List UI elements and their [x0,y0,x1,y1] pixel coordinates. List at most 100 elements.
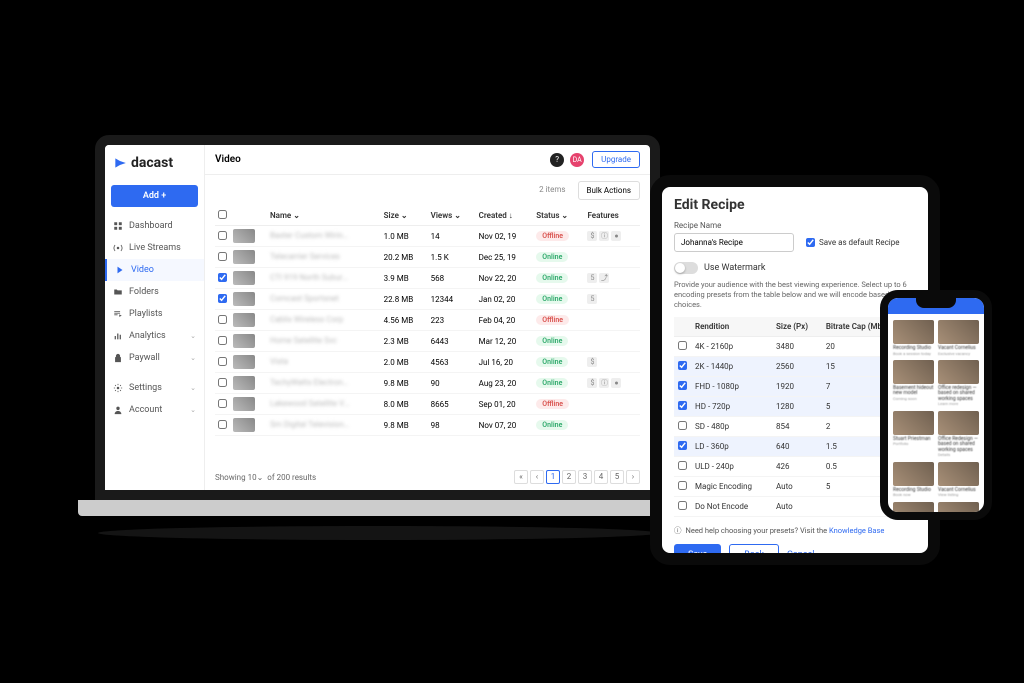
save-default-checkbox[interactable]: Save as default Recipe [806,238,899,247]
page-number[interactable]: 4 [594,470,608,484]
phone-card[interactable]: Stuart PriestmanPortfolio [893,411,934,458]
table-row[interactable]: Cablix Wireless Corp4.56 MB223Feb 04, 20… [215,310,640,331]
rendition-size: 1280 [772,397,822,417]
page-number[interactable]: 3 [578,470,592,484]
phone-card[interactable]: Recording StudioBook now [893,462,934,498]
select-all-checkbox[interactable] [218,210,227,219]
video-features: $ⓘ● [584,226,640,247]
sidebar-item-folders[interactable]: Folders [105,281,204,303]
cancel-button[interactable]: Cancel [787,544,814,565]
video-created: Aug 23, 20 [476,373,534,394]
sort-icon: ⌄ [293,211,300,220]
table-row[interactable]: Sm Digital Television Wks9.8 MB98Nov 07,… [215,415,640,436]
watermark-toggle[interactable] [674,262,698,274]
row-checkbox[interactable] [218,294,227,303]
table-row[interactable]: Comcast Sportsnet22.8 MB12344Jan 02, 20O… [215,289,640,310]
phone-card[interactable]: Office Redesign — based on shared workin… [893,502,934,520]
video-table: Name ⌄ Size ⌄ Views ⌄ Created ↓ Status ⌄… [215,206,640,436]
video-thumbnail [233,250,255,264]
phone-card[interactable]: Recording StudioBook a session today [893,320,934,356]
recipe-name-input[interactable] [674,233,794,252]
page-number[interactable]: 1 [546,470,560,484]
page-number[interactable]: 2 [562,470,576,484]
video-views: 90 [428,373,476,394]
phone-card[interactable]: Vacant CorneliusExclusive vacancy [938,320,979,356]
sidebar-item-video[interactable]: Video [105,259,204,281]
per-page-select[interactable]: 10 [248,473,257,482]
card-title: Office redesign — based on shared workin… [938,386,979,403]
sidebar-item-live-streams[interactable]: Live Streams [105,237,204,259]
row-checkbox[interactable] [218,357,227,366]
sidebar-item-playlists[interactable]: Playlists [105,303,204,325]
sidebar-item-dashboard[interactable]: Dashboard [105,215,204,237]
add-button[interactable]: Add + [111,185,198,207]
sidebar-item-paywall[interactable]: Paywall⌄ [105,347,204,369]
table-row[interactable]: Vista2.0 MB4563Jul 16, 20Online$ [215,352,640,373]
video-thumbnail [233,376,255,390]
sidebar-item-settings[interactable]: Settings⌄ [105,377,204,399]
col-features: Features [584,206,640,226]
rendition-name: FHD - 1080p [691,377,772,397]
rendition-checkbox[interactable] [678,501,687,510]
rendition-checkbox[interactable] [678,481,687,490]
row-checkbox[interactable] [218,315,227,324]
row-checkbox[interactable] [218,399,227,408]
row-checkbox[interactable] [218,378,227,387]
brand-logo: dacast [105,145,204,181]
status-badge: Online [536,252,568,262]
rendition-checkbox[interactable] [678,341,687,350]
video-size: 20.2 MB [381,247,428,268]
col-name[interactable]: Name ⌄ [267,206,381,226]
page-first[interactable]: « [514,470,528,484]
bulk-actions-button[interactable]: Bulk Actions [578,181,640,200]
table-row[interactable]: Baxter Custom Wiring Inc1.0 MB14Nov 02, … [215,226,640,247]
rendition-checkbox[interactable] [678,381,687,390]
video-created: Nov 22, 20 [476,268,534,289]
card-subtitle: Book now [893,493,934,497]
page-next[interactable]: › [626,470,640,484]
table-row[interactable]: Lakewood Satellite Video8.0 MB8665Sep 01… [215,394,640,415]
col-created[interactable]: Created ↓ [476,206,534,226]
chevron-down-icon: ⌄ [190,384,196,392]
row-checkbox[interactable] [218,336,227,345]
table-row[interactable]: CTI 919 North Suburban Access3.9 MB568No… [215,268,640,289]
video-created: Nov 02, 19 [476,226,534,247]
help-icon[interactable]: ? [550,153,564,167]
rendition-size: 3480 [772,337,822,357]
avatar[interactable]: DA [570,153,584,167]
back-button[interactable]: Back [729,544,779,565]
col-status[interactable]: Status ⌄ [533,206,584,226]
video-views: 568 [428,268,476,289]
phone-card[interactable]: Office redesign — based on shared workin… [938,360,979,407]
row-checkbox[interactable] [218,231,227,240]
table-row[interactable]: TechyWatts Electronics Inc9.8 MB90Aug 23… [215,373,640,394]
upgrade-button[interactable]: Upgrade [592,151,640,168]
rendition-checkbox[interactable] [678,441,687,450]
phone-card[interactable]: Basement hideout new modelComing soon [893,360,934,407]
rendition-checkbox[interactable] [678,461,687,470]
page-prev[interactable]: ‹ [530,470,544,484]
row-checkbox[interactable] [218,420,227,429]
row-checkbox[interactable] [218,252,227,261]
phone-card[interactable]: Vacant CorneliusView listing [938,462,979,498]
col-views[interactable]: Views ⌄ [428,206,476,226]
save-button[interactable]: Save [674,544,721,565]
page-number[interactable]: 5 [610,470,624,484]
rendition-checkbox[interactable] [678,361,687,370]
sidebar-item-analytics[interactable]: Analytics⌄ [105,325,204,347]
table-row[interactable]: Home Satellite Svc2.3 MB6443Mar 12, 20On… [215,331,640,352]
rendition-checkbox[interactable] [678,421,687,430]
status-badge: Offline [536,231,569,241]
sidebar-item-account[interactable]: Account⌄ [105,399,204,421]
recipe-title: Edit Recipe [674,197,916,213]
phone-card[interactable]: Recording StudioSessions [938,502,979,520]
knowledge-base-link[interactable]: Knowledge Base [829,526,884,535]
rendition-checkbox[interactable] [678,401,687,410]
phone-card[interactable]: Office Redesign — based on shared workin… [938,411,979,458]
row-checkbox[interactable] [218,273,227,282]
video-features: $ⓘ● [584,373,640,394]
table-row[interactable]: Telecarrier Services20.2 MB1.5 KDec 25, … [215,247,640,268]
rendition-size: 1920 [772,377,822,397]
col-size[interactable]: Size ⌄ [381,206,428,226]
video-size: 8.0 MB [381,394,428,415]
